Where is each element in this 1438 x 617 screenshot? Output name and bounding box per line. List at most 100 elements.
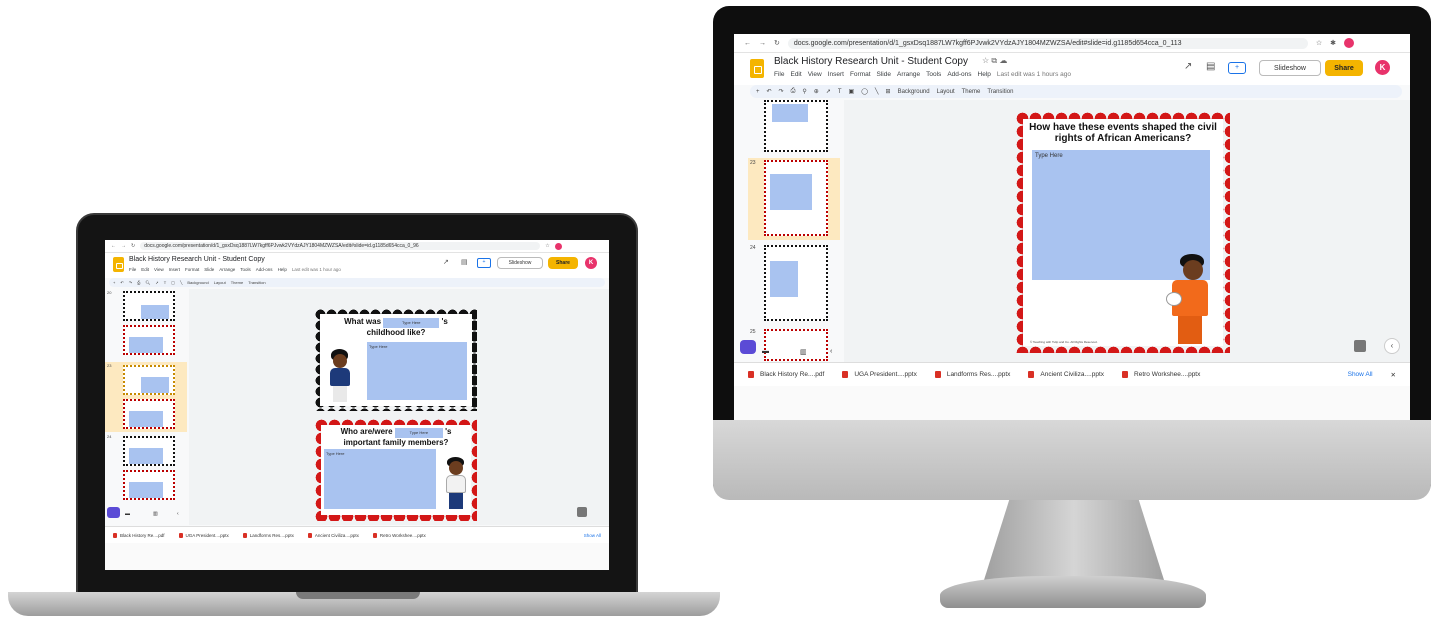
slide-thumbnail[interactable] [764, 245, 828, 321]
comments-icon[interactable]: ▤ [1206, 61, 1215, 72]
menu-help[interactable]: Help [278, 267, 287, 272]
filmstrip-view-icon[interactable]: ▥ [153, 511, 158, 517]
reload-icon[interactable]: ↻ [131, 243, 135, 249]
download-item[interactable]: Black History Re....pdf [748, 371, 824, 378]
slideshow-button[interactable]: Slideshow [497, 257, 543, 269]
toolbar-layout[interactable]: Layout [214, 280, 226, 285]
slide-thumbnail[interactable] [123, 325, 175, 355]
slide-childhood[interactable]: What was Type Here 's childhood like? Ty… [315, 309, 477, 411]
menu-tools[interactable]: Tools [926, 71, 941, 78]
toolbar-transition[interactable]: Transition [987, 89, 1013, 95]
slide-thumbnail[interactable] [123, 291, 175, 321]
back-icon[interactable]: ← [744, 40, 751, 47]
slide-thumbnail[interactable] [123, 365, 175, 395]
menu-addons[interactable]: Add-ons [947, 71, 971, 78]
download-item[interactable]: Black History Re....pdf [113, 532, 165, 538]
redo-icon[interactable]: ↷ [129, 280, 132, 285]
menu-arrange[interactable]: Arrange [219, 267, 235, 272]
menu-slide[interactable]: Slide [877, 71, 891, 78]
menu-arrange[interactable]: Arrange [897, 71, 920, 78]
textbox-icon[interactable]: T [838, 89, 842, 95]
doc-title[interactable]: Black History Research Unit - Student Co… [129, 256, 265, 263]
menu-insert[interactable]: Insert [169, 267, 180, 272]
redo-icon[interactable]: ↷ [779, 88, 784, 95]
shape-icon[interactable]: ▢ [171, 280, 175, 285]
side-panel-toggle-icon[interactable]: ‹ [1384, 338, 1400, 354]
menu-edit[interactable]: Edit [141, 267, 149, 272]
menu-addons[interactable]: Add-ons [256, 267, 273, 272]
select-icon[interactable]: ➚ [826, 88, 831, 95]
menu-view[interactable]: View [154, 267, 164, 272]
forward-icon[interactable]: → [759, 40, 766, 47]
toolbar-layout[interactable]: Layout [937, 89, 955, 95]
star-icon[interactable]: ☆ [1316, 39, 1322, 47]
back-icon[interactable]: ← [111, 243, 116, 249]
print-icon[interactable]: ⎙ [791, 88, 796, 95]
share-button[interactable]: Share [548, 257, 578, 269]
grid-view-icon[interactable]: ▬ [762, 348, 769, 355]
slide-thumbnail[interactable] [123, 436, 175, 466]
slides-logo-icon[interactable] [113, 257, 124, 272]
avatar[interactable]: K [1375, 60, 1390, 75]
slide-thumbnail[interactable] [123, 399, 175, 429]
toolbar-theme[interactable]: Theme [962, 89, 981, 95]
line-icon[interactable]: ╲ [180, 280, 182, 285]
show-all-link[interactable]: Show All [584, 533, 601, 538]
menu-help[interactable]: Help [978, 71, 991, 78]
slide-thumbnail[interactable] [764, 329, 828, 361]
last-edit-text[interactable]: Last edit was 1 hour ago [292, 267, 341, 272]
extensions-icon[interactable]: ✱ [1330, 39, 1336, 47]
zoom-icon[interactable]: 🔍︎ [145, 280, 150, 285]
menu-edit[interactable]: Edit [790, 71, 801, 78]
doc-title[interactable]: Black History Research Unit - Student Co… [774, 56, 968, 67]
answer-text-box[interactable]: Type Here [324, 449, 436, 509]
download-item[interactable]: Landforms Res....pptx [934, 371, 1010, 378]
slideshow-button[interactable]: Slideshow [1259, 60, 1321, 76]
slide-thumbnail[interactable] [123, 470, 175, 500]
slide-thumbnail[interactable] [764, 160, 828, 236]
explore-icon[interactable] [1354, 340, 1366, 352]
download-item[interactable]: Ancient Civiliza....pptx [1028, 371, 1104, 378]
menu-insert[interactable]: Insert [828, 71, 844, 78]
activity-icon[interactable]: ↗ [443, 258, 449, 266]
line-icon[interactable]: ╲ [875, 88, 879, 95]
zoom-icon[interactable]: ⊕ [814, 88, 819, 95]
paint-format-icon[interactable]: ⚲ [802, 88, 806, 95]
undo-icon[interactable]: ↶ [120, 280, 123, 285]
grid-view-icon[interactable]: ▬ [125, 511, 130, 517]
name-blank-field[interactable]: Type Here [383, 318, 440, 328]
meet-icon[interactable]: + [477, 258, 491, 268]
meet-chip-icon[interactable] [740, 340, 756, 354]
profile-icon[interactable] [1344, 38, 1355, 48]
activity-icon[interactable]: ↗ [1184, 61, 1192, 72]
collapse-panel-icon[interactable]: ‹ [830, 348, 832, 355]
menu-file[interactable]: File [129, 267, 136, 272]
forward-icon[interactable]: → [121, 243, 126, 249]
filmstrip-view-icon[interactable]: ▥ [800, 348, 807, 356]
explore-icon[interactable] [577, 507, 587, 517]
shape-icon[interactable]: ◯ [861, 88, 868, 95]
download-item[interactable]: Retro Workshee....pptx [372, 532, 426, 538]
show-all-link[interactable]: Show All [1348, 371, 1373, 378]
meet-chip-icon[interactable] [107, 507, 120, 518]
comments-icon[interactable]: ▤ [461, 258, 468, 266]
url-field[interactable]: docs.google.com/presentation/d/1_gsxDsq1… [140, 242, 541, 250]
star-doc-icon[interactable]: ☆ ⧉ ☁ [982, 56, 1007, 66]
image-icon[interactable]: ▣ [849, 88, 855, 95]
download-item[interactable]: UGA President....pptx [178, 532, 229, 538]
name-blank-field[interactable]: Type Here [394, 428, 443, 438]
menu-format[interactable]: Format [185, 267, 199, 272]
url-field[interactable]: docs.google.com/presentation/d/1_gsxDsq1… [787, 37, 1308, 49]
toolbar-background[interactable]: Background [187, 280, 208, 285]
menu-view[interactable]: View [808, 71, 822, 78]
meet-icon[interactable]: + [1228, 62, 1246, 74]
undo-icon[interactable]: ↶ [767, 88, 772, 95]
slide-civil-rights[interactable]: How have these events shaped the civil r… [1016, 112, 1230, 353]
textbox-icon[interactable]: T [164, 280, 166, 285]
print-icon[interactable]: ⎙ [137, 280, 140, 285]
new-slide-icon[interactable]: + [113, 280, 115, 285]
select-icon[interactable]: ➚ [155, 280, 158, 285]
download-item[interactable]: Landforms Res....pptx [242, 532, 294, 538]
download-item[interactable]: Ancient Civiliza....pptx [307, 532, 359, 538]
toolbar-transition[interactable]: Transition [248, 280, 265, 285]
